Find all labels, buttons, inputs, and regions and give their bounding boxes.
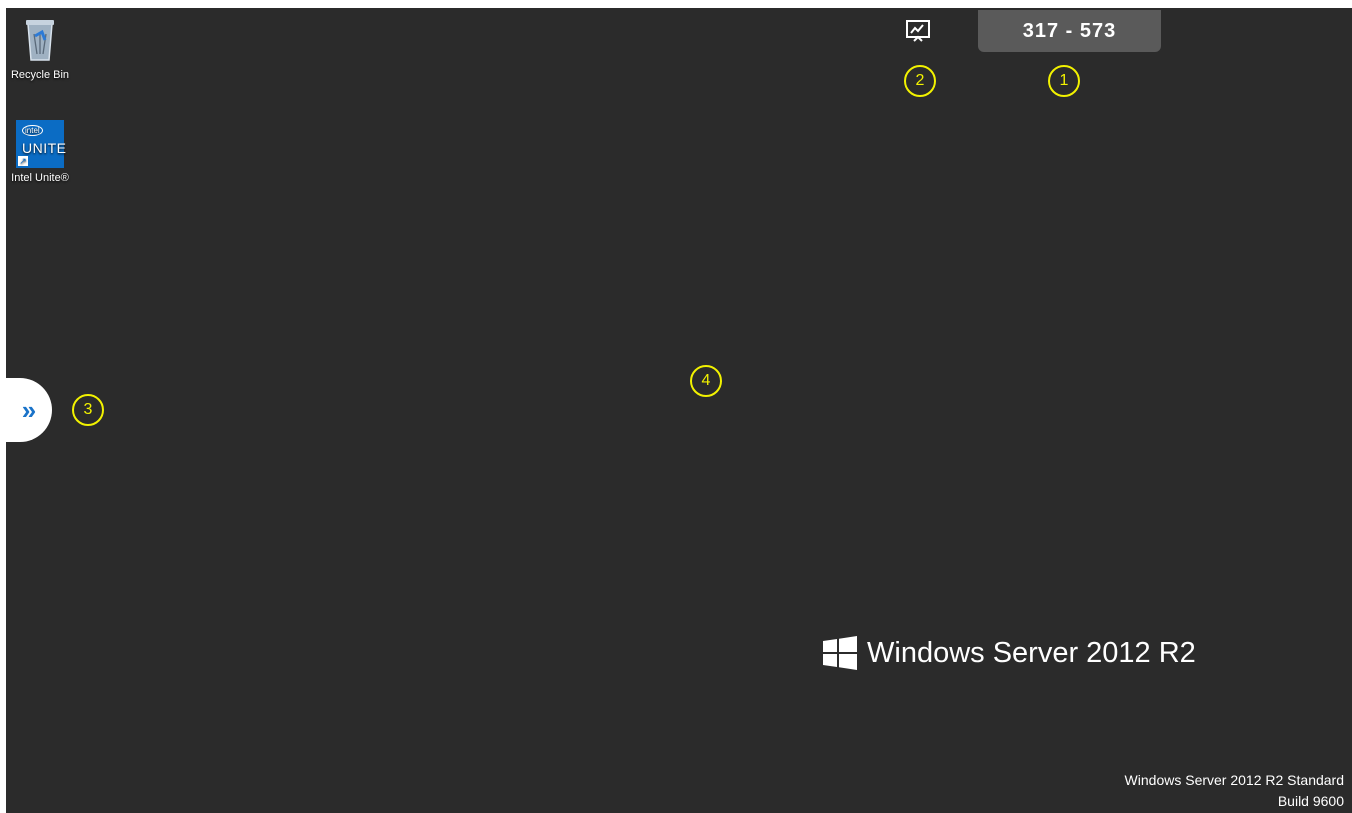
edition-line: Windows Server 2012 R2 Standard <box>1124 772 1344 788</box>
intel-logo-text: intel <box>22 125 43 136</box>
windows-server-title: Windows Server 2012 R2 <box>867 636 1196 669</box>
callout-marker-1: 1 <box>1048 65 1080 97</box>
unite-logo-text: UNITE <box>22 140 67 156</box>
expand-panel-tab[interactable]: » <box>6 378 52 442</box>
shortcut-arrow-icon: ↗ <box>18 156 28 166</box>
intel-unite-shortcut[interactable]: intel UNITE ↗ Intel Unite® <box>6 120 80 184</box>
intel-unite-label: Intel Unite® <box>11 172 69 184</box>
intel-unite-icon: intel UNITE ↗ <box>16 120 67 168</box>
callout-marker-4: 4 <box>690 365 722 397</box>
desktop-area[interactable]: Recycle Bin intel UNITE ↗ Intel Unite® 3… <box>6 8 1352 813</box>
recycle-bin-shortcut[interactable]: Recycle Bin <box>6 14 80 81</box>
callout-marker-3: 3 <box>72 394 104 426</box>
recycle-bin-icon <box>6 14 80 65</box>
build-line: Build 9600 <box>1277 793 1344 809</box>
recycle-bin-label: Recycle Bin <box>10 69 70 81</box>
windows-logo-icon <box>823 636 857 670</box>
callout-marker-2: 2 <box>904 65 936 97</box>
connection-code-box: 317 - 573 <box>978 10 1161 52</box>
os-edition-watermark: Windows Server 2012 R2 Standard Build 96… <box>1125 770 1344 812</box>
double-chevron-right-icon: » <box>21 395 37 425</box>
windows-server-branding: Windows Server 2012 R2 <box>823 636 1196 670</box>
presentation-screen-icon[interactable] <box>906 20 930 42</box>
